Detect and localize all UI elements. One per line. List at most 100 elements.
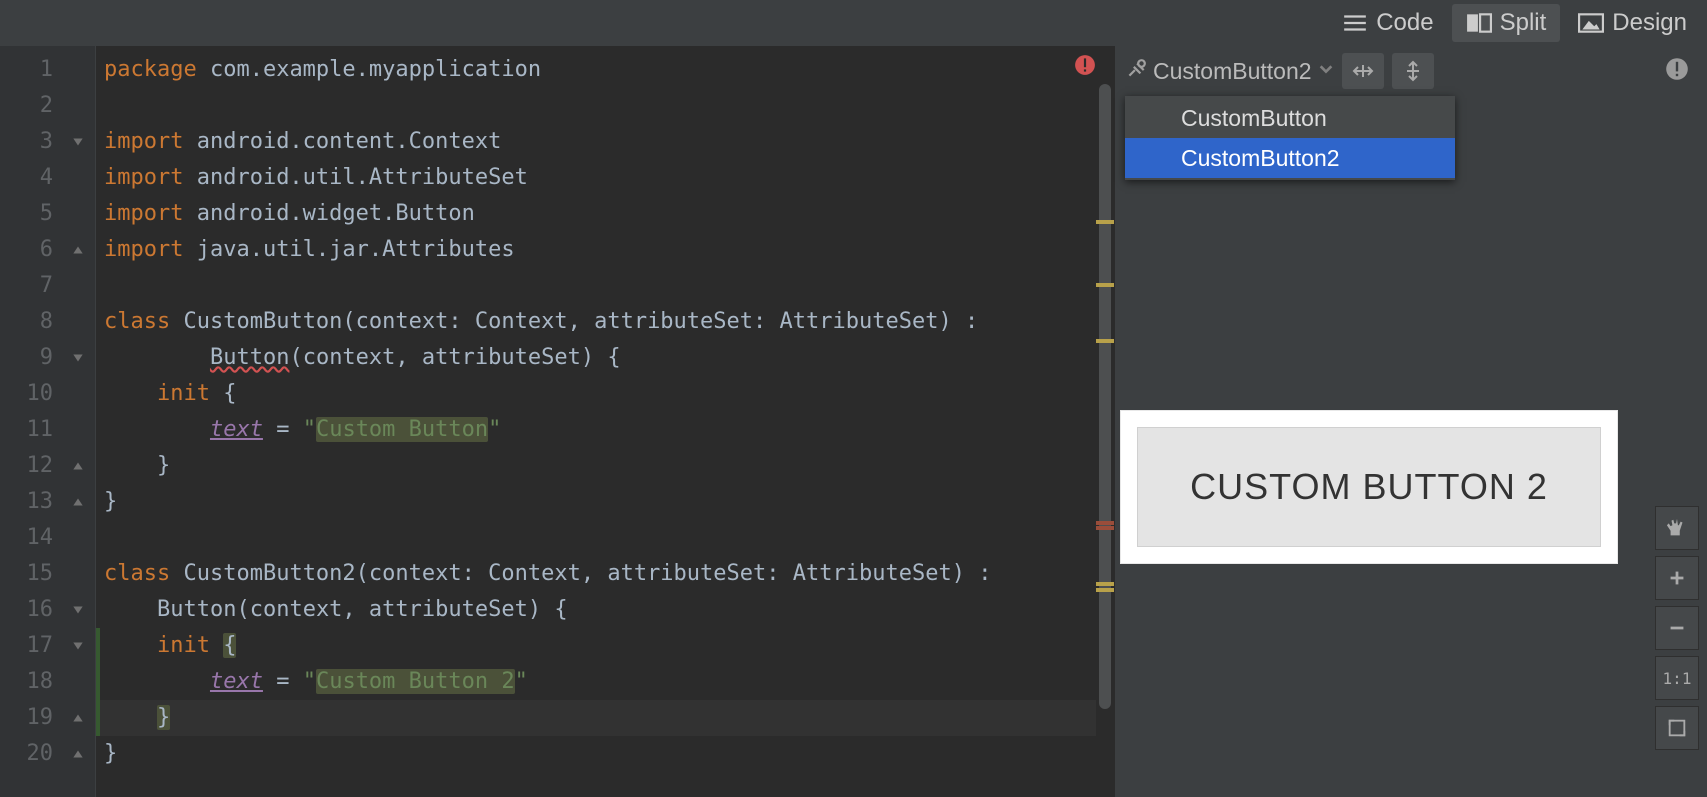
fold-expand-icon[interactable] [61, 340, 95, 376]
split-view-button[interactable]: Split [1452, 4, 1561, 42]
warning-stripe[interactable] [1096, 283, 1114, 287]
layout-preview-panel: CustomButton2 CustomButtonCustomButton2 … [1114, 46, 1707, 797]
fold-collapse-icon[interactable] [61, 304, 95, 340]
code-line[interactable]: } [96, 700, 1114, 736]
design-view-label: Design [1612, 9, 1687, 37]
rendered-button-text: CUSTOM BUTTON 2 [1190, 466, 1548, 508]
warning-stripe[interactable] [1096, 588, 1114, 592]
line-number: 7 [0, 268, 95, 304]
code-line[interactable]: } [96, 736, 1114, 772]
line-number: 15 [0, 556, 95, 592]
code-line[interactable]: init { [96, 376, 1114, 412]
fold-collapse-icon[interactable] [61, 484, 95, 520]
fold-collapse-icon[interactable] [61, 556, 95, 592]
code-line[interactable]: class CustomButton(context: Context, att… [96, 304, 1114, 340]
fold-collapse-icon[interactable] [61, 700, 95, 736]
design-view-button[interactable]: Design [1564, 4, 1701, 42]
line-gutter: 1234567891011121314151617181920 [0, 46, 96, 797]
rendered-custom-button[interactable]: CUSTOM BUTTON 2 [1137, 427, 1601, 547]
error-stripe[interactable] [1096, 526, 1114, 530]
line-number: 17 [0, 628, 95, 664]
preview-side-tools: 1:1 [1655, 506, 1699, 750]
preview-dropdown-item[interactable]: CustomButton2 [1125, 138, 1455, 178]
code-area[interactable]: package com.example.myapplication import… [96, 46, 1114, 797]
view-mode-bar: Code Split Design [0, 0, 1707, 46]
preview-dropdown-popup: CustomButtonCustomButton2 [1125, 96, 1455, 180]
code-line[interactable]: text = "Custom Button 2" [96, 664, 1114, 700]
code-line[interactable]: init { [96, 628, 1114, 664]
line-number: 18 [0, 664, 95, 700]
code-line[interactable]: } [96, 448, 1114, 484]
preview-toolbar: CustomButton2 [1115, 46, 1707, 96]
split-view-label: Split [1500, 9, 1547, 37]
code-line[interactable]: } [96, 484, 1114, 520]
preview-canvas[interactable]: CUSTOM BUTTON 2 [1115, 96, 1707, 797]
code-view-label: Code [1376, 9, 1433, 37]
chevron-down-icon [1318, 61, 1334, 82]
code-view-button[interactable]: Code [1328, 4, 1447, 42]
zoom-fit-button[interactable] [1655, 706, 1699, 750]
warning-stripe[interactable] [1096, 220, 1114, 224]
preview-dropdown-label: CustomButton2 [1153, 58, 1312, 85]
orientation-button-v[interactable] [1392, 53, 1434, 89]
scrollbar-thumb[interactable] [1099, 84, 1111, 709]
preview-dropdown-item[interactable]: CustomButton [1125, 98, 1455, 138]
preview-warning-icon[interactable] [1665, 57, 1689, 86]
line-number: 13 [0, 484, 95, 520]
line-number: 2 [0, 88, 95, 124]
preview-surface: CUSTOM BUTTON 2 [1121, 411, 1617, 563]
line-number: 19 [0, 700, 95, 736]
editor-scrollbar[interactable] [1096, 46, 1114, 797]
line-number: 9 [0, 340, 95, 376]
line-number: 4 [0, 160, 95, 196]
image-icon [1578, 13, 1604, 33]
fold-expand-icon[interactable] [61, 592, 95, 628]
warning-stripe[interactable] [1096, 339, 1114, 343]
code-line[interactable]: import java.util.jar.Attributes [96, 232, 1114, 268]
code-line[interactable] [96, 88, 1114, 124]
code-line[interactable]: package com.example.myapplication [96, 52, 1114, 88]
line-number: 11 [0, 412, 95, 448]
code-line[interactable]: text = "Custom Button" [96, 412, 1114, 448]
code-editor[interactable]: 1234567891011121314151617181920 package … [0, 46, 1114, 797]
list-icon [1342, 13, 1368, 33]
design-tool-icon [1125, 58, 1147, 85]
line-number: 1 [0, 52, 95, 88]
fold-collapse-icon[interactable] [61, 232, 95, 268]
code-line[interactable]: import android.util.AttributeSet [96, 160, 1114, 196]
fold-collapse-icon[interactable] [61, 448, 95, 484]
change-marker [96, 664, 100, 700]
code-line[interactable]: import android.content.Context [96, 124, 1114, 160]
code-line[interactable]: class CustomButton2(context: Context, at… [96, 556, 1114, 592]
line-number: 10 [0, 376, 95, 412]
code-line[interactable]: import android.widget.Button [96, 196, 1114, 232]
zoom-in-button[interactable] [1655, 556, 1699, 600]
fold-expand-icon[interactable] [61, 124, 95, 160]
change-marker [96, 628, 100, 664]
code-line[interactable] [96, 520, 1114, 556]
orientation-button-h[interactable] [1342, 53, 1384, 89]
line-number: 14 [0, 520, 95, 556]
split-icon [1466, 13, 1492, 33]
preview-dropdown[interactable]: CustomButton2 [1125, 58, 1334, 85]
code-line[interactable]: Button(context, attributeSet) { [96, 592, 1114, 628]
line-number: 8 [0, 304, 95, 340]
line-number: 16 [0, 592, 95, 628]
line-number: 20 [0, 736, 95, 772]
pan-tool-button[interactable] [1655, 506, 1699, 550]
zoom-reset-button[interactable]: 1:1 [1655, 656, 1699, 700]
change-marker [96, 700, 100, 736]
fold-expand-icon[interactable] [61, 628, 95, 664]
line-number: 3 [0, 124, 95, 160]
fold-collapse-icon[interactable] [61, 736, 95, 772]
code-line[interactable]: Button(context, attributeSet) { [96, 340, 1114, 376]
code-line[interactable] [96, 268, 1114, 304]
warning-stripe[interactable] [1096, 582, 1114, 586]
line-number: 6 [0, 232, 95, 268]
line-number: 5 [0, 196, 95, 232]
zoom-out-button[interactable] [1655, 606, 1699, 650]
main-split: 1234567891011121314151617181920 package … [0, 46, 1707, 797]
error-stripe[interactable] [1096, 521, 1114, 525]
error-indicator-icon[interactable] [1074, 54, 1096, 76]
line-number: 12 [0, 448, 95, 484]
